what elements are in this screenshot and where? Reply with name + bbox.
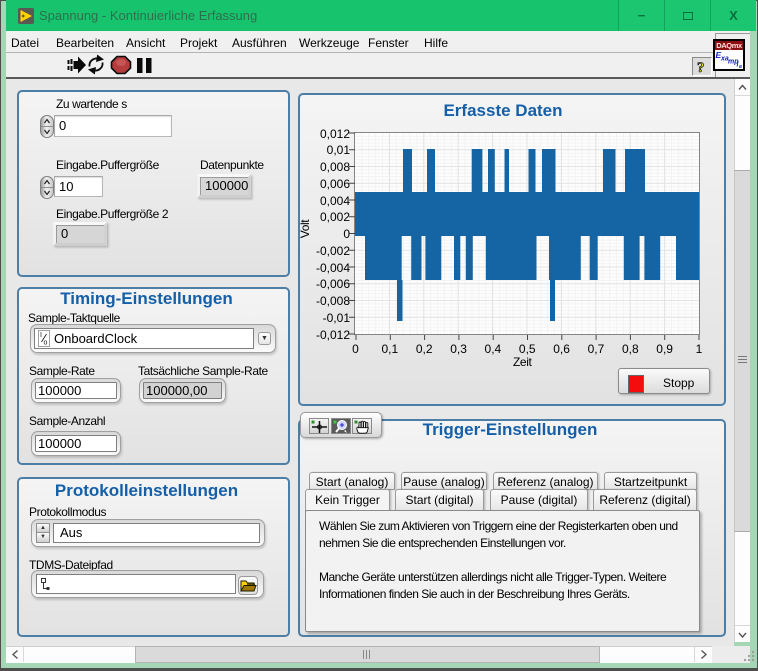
svg-text:e: e [739, 64, 742, 69]
svg-text:o: o [44, 340, 48, 347]
svg-text:?: ? [697, 60, 705, 75]
svg-text:I: I [40, 332, 42, 339]
